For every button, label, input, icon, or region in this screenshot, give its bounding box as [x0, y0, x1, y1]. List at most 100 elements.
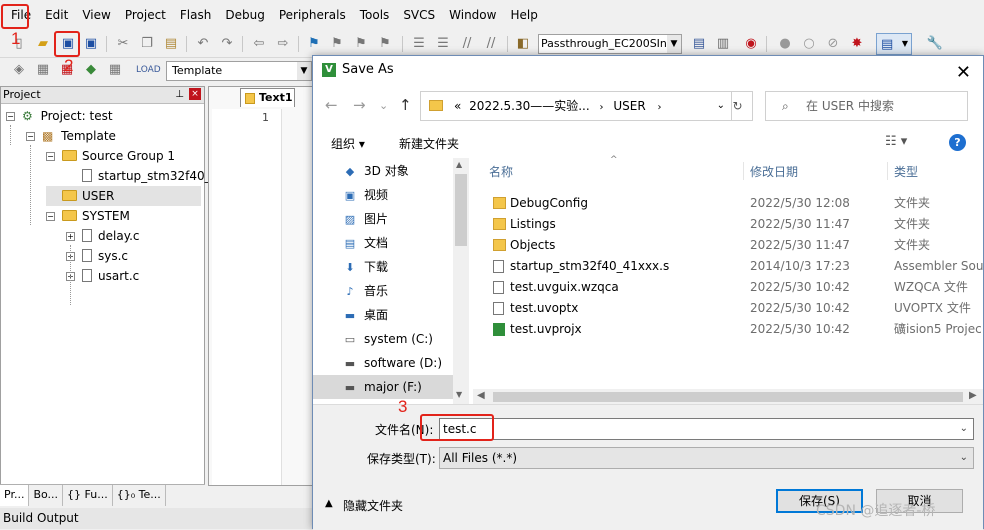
- address-bar[interactable]: « 2022.5.30——实验... › USER › ⌄: [420, 91, 732, 121]
- scrollbar-thumb[interactable]: [455, 174, 467, 246]
- chevron-right-icon[interactable]: ›: [658, 102, 662, 113]
- filename-input[interactable]: test.c ⌄: [439, 418, 974, 440]
- view-options-icon[interactable]: ☷ ▾: [885, 134, 907, 149]
- scroll-up-icon[interactable]: ▲: [456, 160, 462, 169]
- navigation-scrollbar[interactable]: ▲ ▼: [453, 158, 469, 404]
- menu-view[interactable]: View: [75, 0, 117, 30]
- close-icon[interactable]: ✕: [956, 59, 971, 87]
- collapse-icon[interactable]: −: [46, 152, 55, 161]
- nav-item[interactable]: ▬ software (D:): [343, 351, 442, 375]
- column-header-name[interactable]: 名称: [489, 163, 513, 180]
- configure-icon[interactable]: 🔧: [926, 35, 944, 53]
- search-input[interactable]: ⌕ 在 USER 中搜索: [765, 91, 968, 121]
- file-row[interactable]: test.uvprojx 2022/5/30 10:42 礦ision5 Proje…: [473, 319, 983, 340]
- pin-icon[interactable]: ⊥: [175, 87, 184, 103]
- chevron-down-icon[interactable]: ⌄: [960, 419, 968, 439]
- nav-item[interactable]: ⬇ 下载: [343, 255, 388, 279]
- breakpoint-disable-all-icon[interactable]: ⊘: [824, 35, 842, 53]
- scroll-down-icon[interactable]: ▼: [456, 390, 462, 399]
- hide-folders-toggle[interactable]: 隐藏文件夹: [343, 497, 403, 514]
- menu-debug[interactable]: Debug: [218, 0, 271, 30]
- menu-edit[interactable]: Edit: [38, 0, 75, 30]
- nav-item[interactable]: ▣ 视频: [343, 183, 388, 207]
- menu-help[interactable]: Help: [503, 0, 544, 30]
- copy-icon[interactable]: ❐: [138, 35, 156, 53]
- file-row[interactable]: test.uvoptx 2022/5/30 10:42 UVOPTX 文件: [473, 298, 983, 319]
- scroll-left-icon[interactable]: ◀: [477, 390, 485, 401]
- paste-icon[interactable]: ▤: [162, 35, 180, 53]
- editor-tab[interactable]: Text1: [240, 88, 295, 107]
- address-overflow[interactable]: «: [454, 99, 461, 113]
- find-in-files-icon[interactable]: ◧: [514, 35, 532, 53]
- tab-project[interactable]: Pr...: [0, 485, 30, 506]
- editor-text[interactable]: 1: [212, 109, 282, 485]
- nav-item[interactable]: ▬ 桌面: [343, 303, 388, 327]
- organize-button[interactable]: 组织 ▾: [331, 135, 365, 152]
- bookmark-next-icon[interactable]: ⚑: [352, 35, 370, 53]
- nav-forward-icon[interactable]: ⇨: [274, 35, 292, 53]
- refresh-button[interactable]: ↻: [723, 91, 753, 121]
- stop-build-icon[interactable]: ▦: [106, 61, 124, 79]
- nav-back-icon[interactable]: ⇦: [250, 35, 268, 53]
- bookmark-icon[interactable]: ⚑: [305, 35, 323, 53]
- nav-item[interactable]: ◆ 3D 对象: [343, 159, 409, 183]
- breakpoint-kill-all-icon[interactable]: ✸: [848, 35, 866, 53]
- nav-item[interactable]: ▬ major (F:): [313, 375, 453, 399]
- load-icon[interactable]: LOAD: [136, 61, 161, 79]
- compile-icon[interactable]: ◈: [10, 61, 28, 79]
- uncomment-icon[interactable]: //: [482, 35, 500, 53]
- menu-tools[interactable]: Tools: [353, 0, 397, 30]
- open-file-icon[interactable]: ▰: [34, 35, 52, 53]
- redo-icon[interactable]: ↷: [218, 35, 236, 53]
- chevron-right-icon[interactable]: ›: [600, 102, 604, 113]
- up-arrow-icon[interactable]: ↑: [399, 96, 412, 114]
- new-folder-button[interactable]: 新建文件夹: [399, 135, 459, 152]
- find-icon[interactable]: ▤: [690, 35, 708, 53]
- back-arrow-icon[interactable]: ←: [325, 96, 338, 114]
- file-row[interactable]: startup_stm32f40_41xxx.s 2014/10/3 17:23 A…: [473, 256, 983, 277]
- scrollbar-thumb[interactable]: [493, 392, 963, 402]
- file-row[interactable]: Objects 2022/5/30 11:47 文件夹: [473, 235, 983, 256]
- collapse-icon[interactable]: −: [26, 132, 35, 141]
- menu-project[interactable]: Project: [118, 0, 173, 30]
- save-all-icon[interactable]: ▣: [82, 35, 100, 53]
- menu-flash[interactable]: Flash: [173, 0, 218, 30]
- scroll-right-icon[interactable]: ▶: [969, 390, 977, 401]
- target-select[interactable]: Template ▼: [166, 61, 312, 81]
- file-row[interactable]: Listings 2022/5/30 11:47 文件夹: [473, 214, 983, 235]
- help-icon[interactable]: ?: [949, 134, 966, 151]
- column-header-type[interactable]: 类型: [894, 163, 918, 180]
- debug-icon[interactable]: ◉: [742, 35, 760, 53]
- horizontal-scrollbar[interactable]: ◀ ▶: [473, 389, 983, 405]
- address-segment-parent[interactable]: 2022.5.30——实验...: [469, 99, 590, 113]
- collapse-icon[interactable]: −: [46, 212, 55, 221]
- nav-item[interactable]: ▭ system (C:): [343, 327, 433, 351]
- bookmark-prev-icon[interactable]: ⚑: [328, 35, 346, 53]
- indent-icon[interactable]: ☰: [410, 35, 428, 53]
- tab-functions[interactable]: {} Fu...: [63, 485, 113, 506]
- comment-icon[interactable]: //: [458, 35, 476, 53]
- bookmark-clear-icon[interactable]: ⚑: [376, 35, 394, 53]
- target-dropdown[interactable]: Passthrough_EC200SInit ▼: [538, 34, 682, 54]
- collapse-icon[interactable]: −: [6, 112, 15, 121]
- dialog-titlebar[interactable]: V Save As ✕: [313, 56, 983, 86]
- nav-item[interactable]: ▤ 文档: [343, 231, 388, 255]
- window-layout-button[interactable]: ▤ ▼: [876, 33, 912, 55]
- file-row[interactable]: test.uvguix.wzqca 2022/5/30 10:42 WZQCA 文件: [473, 277, 983, 298]
- menu-window[interactable]: Window: [442, 0, 503, 30]
- close-icon[interactable]: ×: [189, 88, 201, 100]
- file-row[interactable]: DebugConfig 2022/5/30 12:08 文件夹: [473, 193, 983, 214]
- tab-books[interactable]: Bo...: [29, 485, 64, 506]
- expand-icon[interactable]: +: [66, 232, 75, 241]
- recent-chevron-icon[interactable]: ⌄: [379, 99, 388, 112]
- incremental-find-icon[interactable]: ▥: [714, 35, 732, 53]
- build-icon[interactable]: ▦: [34, 61, 52, 79]
- nav-item[interactable]: ▨ 图片: [343, 207, 388, 231]
- address-segment-user[interactable]: USER: [613, 99, 645, 113]
- column-header-date[interactable]: 修改日期: [750, 163, 798, 180]
- menu-svcs[interactable]: SVCS: [396, 0, 442, 30]
- filetype-select[interactable]: All Files (*.*) ⌄: [439, 447, 974, 469]
- unindent-icon[interactable]: ☰: [434, 35, 452, 53]
- tab-templates[interactable]: {}₀ Te...: [113, 485, 166, 506]
- tree-item[interactable]: USER: [46, 186, 201, 206]
